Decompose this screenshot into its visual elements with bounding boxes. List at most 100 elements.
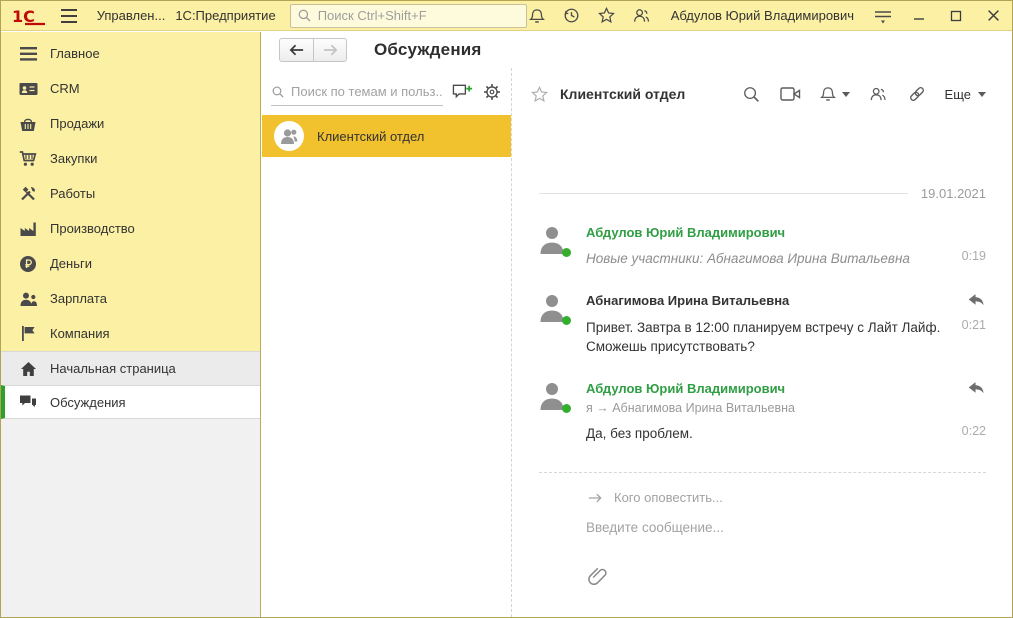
minimize-button[interactable] — [908, 6, 930, 26]
close-button[interactable] — [982, 6, 1004, 26]
config-name: Управлен... — [97, 8, 166, 23]
message-author[interactable]: Абдулов Юрий Владимирович — [586, 381, 785, 396]
new-discussion-icon[interactable] — [451, 81, 473, 103]
chat-message: Абдулов Юрий Владимирович Новые участник… — [539, 225, 986, 269]
forward-button[interactable] — [313, 39, 346, 61]
message-author[interactable]: Абдулов Юрий Владимирович — [586, 225, 785, 240]
chat-header: Клиентский отдел — [530, 76, 986, 112]
maximize-button[interactable] — [945, 6, 967, 26]
message-author[interactable]: Абнагимова Ирина Витальевна — [586, 293, 789, 308]
sidebar-item-label: Закупки — [50, 151, 97, 166]
tab-label: Начальная страница — [50, 361, 176, 376]
1c-logo: 1С — [11, 5, 49, 27]
users-icon[interactable] — [632, 6, 652, 26]
sidebar-item-main[interactable]: Главное — [1, 36, 260, 71]
sidebar-item-label: Главное — [50, 46, 100, 61]
tools-icon — [18, 184, 38, 204]
product-name: 1С:Предприятие — [175, 8, 275, 23]
search-icon — [271, 85, 285, 99]
message-input-row — [539, 520, 986, 535]
participants-icon[interactable] — [867, 83, 889, 105]
divider-line — [539, 193, 908, 194]
current-user-name[interactable]: Абдулов Юрий Владимирович — [671, 8, 854, 23]
avatar — [539, 381, 569, 415]
sidebar-item-label: Производство — [50, 221, 135, 236]
notify-row — [539, 490, 986, 505]
cart-icon — [18, 149, 38, 169]
global-search-field[interactable] — [290, 4, 527, 28]
discussion-name: Клиентский отдел — [317, 129, 424, 144]
chevron-down-icon — [842, 92, 850, 97]
sidebar-item-purchases[interactable]: Закупки — [1, 141, 260, 176]
sidebar-item-production[interactable]: Производство — [1, 211, 260, 246]
notify-arrow-icon — [588, 492, 603, 504]
main-area: Обсуждения — [262, 32, 1012, 617]
notifications-bell-icon[interactable] — [527, 6, 547, 26]
chat-messages-area: 19.01.2021 Абдулов Юрий Владимирович — [530, 186, 986, 588]
date-label: 19.01.2021 — [921, 186, 986, 201]
sidebar-item-label: Зарплата — [50, 291, 107, 306]
message-input[interactable] — [586, 520, 946, 535]
reply-icon[interactable] — [966, 381, 986, 397]
paperclip-icon[interactable] — [586, 564, 986, 588]
search-icon — [297, 8, 312, 23]
discussion-list-item[interactable]: Клиентский отдел — [262, 115, 511, 157]
app-window: 1С Управлен... 1С:Предприятие — [0, 0, 1013, 618]
chat-title: Клиентский отдел — [560, 86, 685, 102]
message-time: 0:21 — [950, 318, 986, 357]
sidebar: Главное CRM Продажи Закупки — [1, 32, 261, 617]
history-icon[interactable] — [562, 6, 582, 26]
tab-home-page[interactable]: Начальная страница — [1, 351, 260, 385]
discussions-search-field[interactable] — [271, 78, 443, 106]
chat-message: Абнагимова Ирина Витальевна Привет. Завт… — [539, 293, 986, 357]
chat-search-icon[interactable] — [741, 83, 763, 105]
sections-panel: Главное CRM Продажи Закупки — [1, 32, 260, 351]
more-label: Еще — [945, 87, 971, 102]
chat-panel: Клиентский отдел — [512, 68, 1012, 617]
service-menu-icon[interactable] — [873, 6, 893, 26]
video-call-icon[interactable] — [780, 83, 802, 105]
main-menu-icon[interactable] — [61, 9, 77, 23]
discussion-avatar — [274, 121, 304, 151]
avatar — [539, 225, 569, 259]
message-time: 0:19 — [950, 249, 986, 269]
online-status-dot — [562, 404, 571, 413]
back-button[interactable] — [280, 39, 313, 61]
more-button[interactable]: Еще — [945, 87, 986, 102]
sidebar-item-crm[interactable]: CRM — [1, 71, 260, 106]
sidebar-item-salary[interactable]: Зарплата — [1, 281, 260, 316]
menu-lines-icon — [18, 44, 38, 64]
sidebar-item-works[interactable]: Работы — [1, 176, 260, 211]
gear-icon[interactable] — [481, 81, 503, 103]
chat-notifications-control[interactable] — [819, 85, 850, 103]
factory-icon — [18, 219, 38, 239]
global-search-input[interactable] — [318, 8, 520, 23]
message-text: Да, без проблем. — [586, 424, 693, 444]
ruble-coin-icon — [18, 254, 38, 274]
basket-icon — [18, 114, 38, 134]
sidebar-item-money[interactable]: Деньги — [1, 246, 260, 281]
flag-icon — [18, 324, 38, 344]
message-text: Привет. Завтра в 12:00 планируем встречу… — [586, 318, 950, 357]
reply-icon[interactable] — [966, 293, 986, 309]
sidebar-item-label: Деньги — [50, 256, 92, 271]
compose-separator — [539, 472, 986, 473]
online-status-dot — [562, 316, 571, 325]
chevron-down-icon — [978, 92, 986, 97]
tab-discussions[interactable]: Обсуждения — [1, 385, 260, 419]
sidebar-item-company[interactable]: Компания — [1, 316, 260, 351]
sidebar-item-label: CRM — [50, 81, 80, 96]
favorite-star-icon[interactable] — [530, 85, 549, 104]
sidebar-item-label: Компания — [50, 326, 110, 341]
chat-toolbar: Еще — [741, 83, 986, 105]
people-icon — [18, 289, 38, 309]
discussions-search-input[interactable] — [291, 84, 443, 99]
favorites-star-icon[interactable] — [597, 6, 617, 26]
notify-input[interactable] — [614, 490, 874, 505]
sidebar-item-sales[interactable]: Продажи — [1, 106, 260, 141]
chat-bubbles-icon — [18, 392, 38, 412]
page-title: Обсуждения — [374, 40, 482, 60]
topbar: 1С Управлен... 1С:Предприятие — [1, 1, 1012, 31]
navigation-toolbar: Обсуждения — [262, 32, 1012, 68]
link-icon[interactable] — [906, 83, 928, 105]
